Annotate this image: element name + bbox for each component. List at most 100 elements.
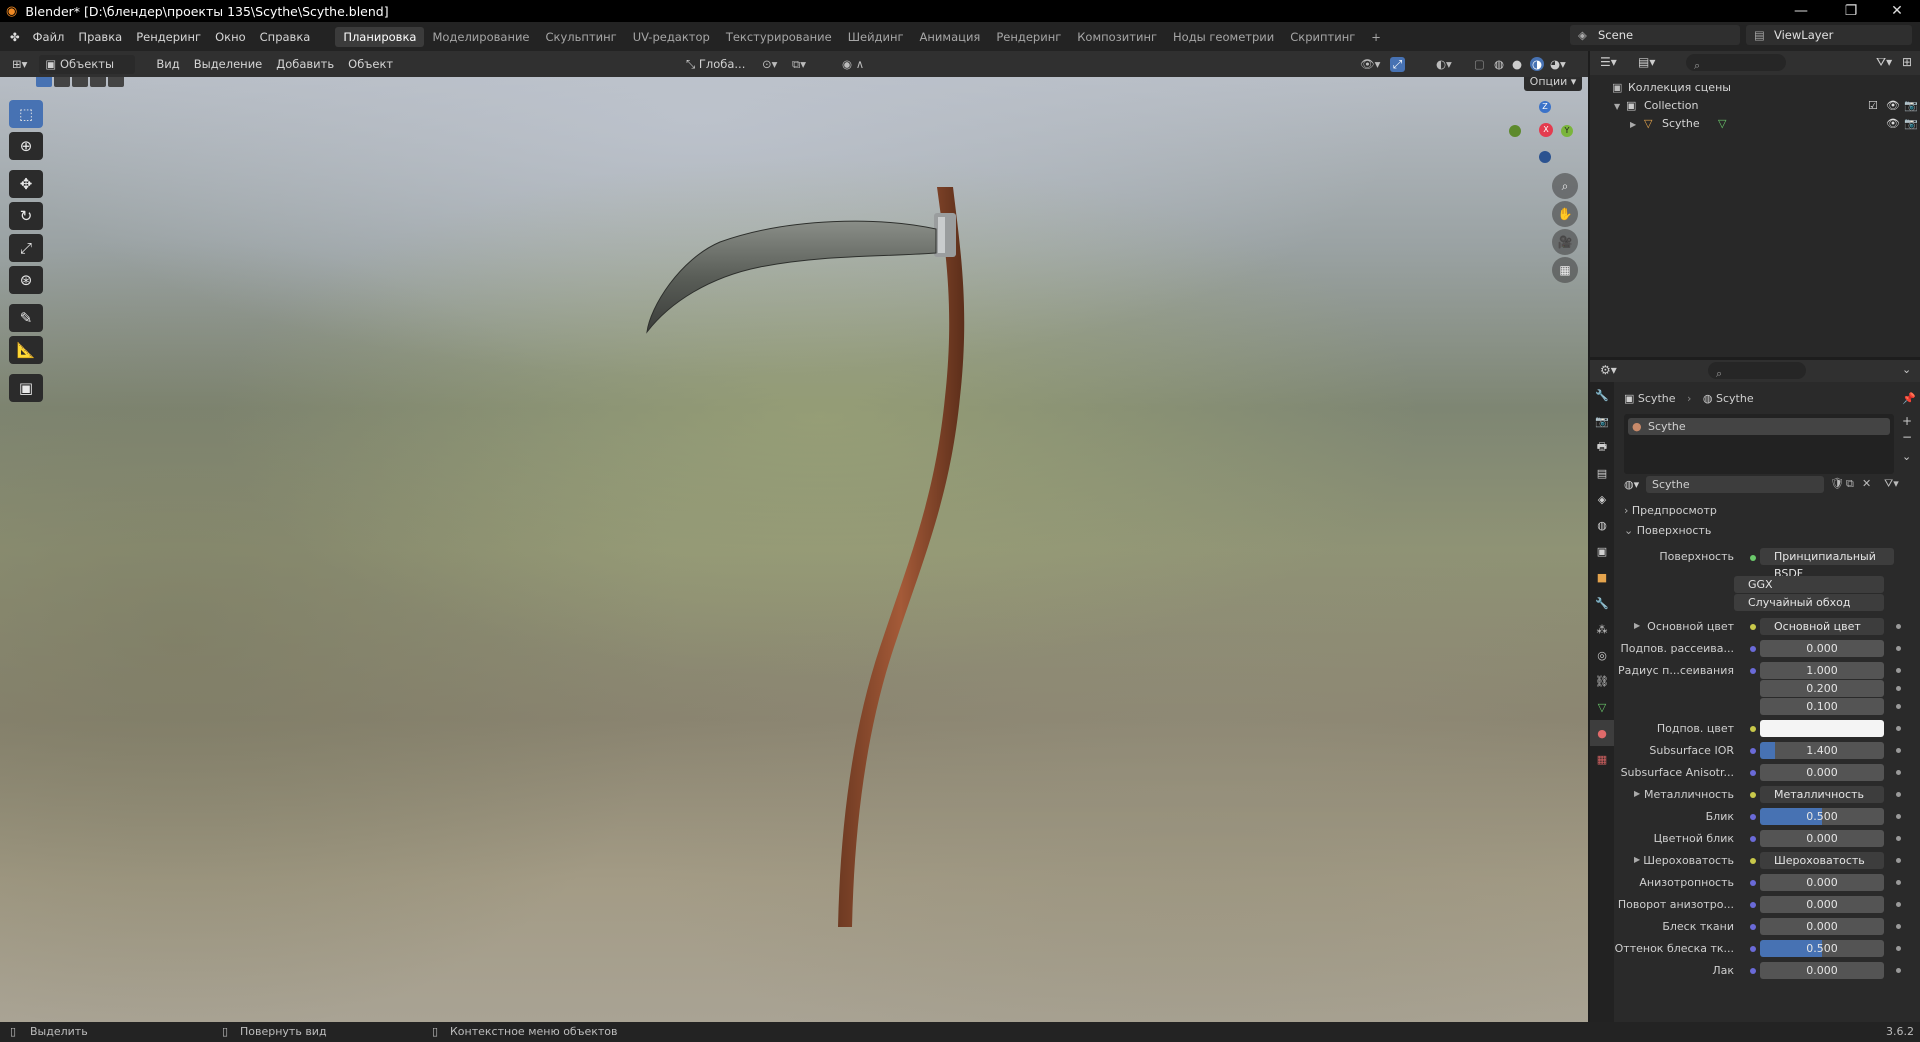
keyframe-dot-icon[interactable] <box>1896 726 1901 731</box>
outliner-row-scene-collection[interactable]: ▣ Коллекция сцены <box>1590 81 1920 99</box>
input-socket-icon[interactable] <box>1750 858 1756 864</box>
input-value-field[interactable]: 0.000 <box>1760 640 1884 657</box>
scale-tool-icon[interactable]: ⤢ <box>9 234 43 262</box>
gizmo-z-axis[interactable]: Z <box>1539 101 1551 113</box>
menu-file[interactable]: Файл <box>26 30 72 44</box>
new-collection-icon[interactable]: ⊞ <box>1902 55 1912 69</box>
distribution-dropdown[interactable]: GGX <box>1734 576 1884 593</box>
pan-hand-icon[interactable]: ✋ <box>1552 201 1578 227</box>
gizmo-neg-z-axis[interactable] <box>1539 151 1551 163</box>
subsurface-method-dropdown[interactable]: Случайный обход <box>1734 594 1884 611</box>
keyframe-dot-icon[interactable] <box>1896 968 1901 973</box>
gizmo-x-axis[interactable]: X <box>1539 123 1553 137</box>
outliner-row-scythe[interactable]: ▶ ▽ Scythe ▽ 👁 📷 <box>1590 117 1920 135</box>
blender-menu-icon[interactable]: ✤ <box>10 30 20 44</box>
move-tool-icon[interactable]: ✥ <box>9 170 43 198</box>
input-value-field[interactable]: 0.100 <box>1760 698 1884 715</box>
output-tab-icon[interactable]: 🖶 <box>1590 434 1614 460</box>
slot-specials-icon[interactable]: ⌄ <box>1902 450 1911 463</box>
menu-object[interactable]: Объект <box>341 57 400 71</box>
scythe-model[interactable] <box>0 77 1588 1022</box>
tab-compositing[interactable]: Композитинг <box>1069 27 1165 47</box>
input-value-field[interactable]: Основной цвет <box>1760 618 1884 635</box>
remove-slot-button[interactable]: − <box>1902 430 1912 444</box>
view-layer-selector[interactable]: ▤ ViewLayer <box>1746 25 1912 45</box>
expand-arrow-icon[interactable]: ▶ <box>1634 621 1640 630</box>
cursor-tool-icon[interactable]: ⊕ <box>9 132 43 160</box>
input-socket-icon[interactable] <box>1750 836 1756 842</box>
input-socket-icon[interactable] <box>1750 726 1756 732</box>
input-socket-icon[interactable] <box>1750 668 1756 674</box>
fake-user-icon[interactable]: 🛡 <box>1830 477 1844 490</box>
input-value-field[interactable]: 1.000 <box>1760 662 1884 679</box>
transform-orientation-dropdown[interactable]: ⤡ Глоба... <box>686 57 745 72</box>
duplicate-icon[interactable]: ⧉ <box>1846 477 1854 491</box>
add-cube-tool-icon[interactable]: ▣ <box>9 374 43 402</box>
browse-material-icon[interactable]: ◍▾ <box>1624 478 1639 491</box>
keyframe-dot-icon[interactable] <box>1896 946 1901 951</box>
tab-shading[interactable]: Шейдинг <box>840 27 912 47</box>
keyframe-dot-icon[interactable] <box>1896 668 1901 673</box>
keyframe-dot-icon[interactable] <box>1896 814 1901 819</box>
proportional-edit-icon[interactable]: ◉ ∧ <box>842 57 864 71</box>
menu-edit[interactable]: Правка <box>71 30 129 44</box>
gizmo-y-axis[interactable]: Y <box>1561 125 1573 137</box>
menu-help[interactable]: Справка <box>253 30 318 44</box>
menu-add[interactable]: Добавить <box>269 57 341 71</box>
surface-shader-field[interactable]: Принципиальный BSDF <box>1760 548 1894 580</box>
material-selector[interactable]: ◍▾ Scythe 🛡 ⧉ ✕ ⛛▾ <box>1624 476 1904 494</box>
add-workspace-button[interactable]: + <box>1363 27 1389 47</box>
input-value-field[interactable]: 0.000 <box>1760 874 1884 891</box>
rendered-shading-icon[interactable]: ◕▾ <box>1550 57 1566 71</box>
input-socket-icon[interactable] <box>1750 646 1756 652</box>
render-tab-icon[interactable]: 📷 <box>1590 408 1614 434</box>
view-layer-tab-icon[interactable]: ▤ <box>1590 460 1614 486</box>
outliner-editor-icon[interactable]: ☰▾ <box>1600 55 1617 69</box>
tab-texture-paint[interactable]: Текстурирование <box>718 27 840 47</box>
unlink-icon[interactable]: ✕ <box>1862 477 1871 490</box>
input-value-field[interactable] <box>1760 720 1884 737</box>
keyframe-dot-icon[interactable] <box>1896 748 1901 753</box>
outliner-search-input[interactable]: ⌕ <box>1686 54 1786 72</box>
gizmo-toggle-icon[interactable]: ⤢ <box>1390 56 1406 72</box>
world-tab-icon[interactable]: ◍ <box>1590 512 1614 538</box>
editor-type-icon[interactable]: ⊞▾ <box>12 57 27 71</box>
menu-view[interactable]: Вид <box>149 57 186 71</box>
snap-icon[interactable]: ⧉▾ <box>792 57 806 72</box>
keyframe-dot-icon[interactable] <box>1896 902 1901 907</box>
measure-tool-icon[interactable]: 📐 <box>9 336 43 364</box>
properties-search-input[interactable]: ⌕ <box>1708 362 1806 380</box>
keyframe-dot-icon[interactable] <box>1896 858 1901 863</box>
pin-icon[interactable]: 📌 <box>1902 392 1916 405</box>
input-value-field[interactable]: 0.000 <box>1760 764 1884 781</box>
solid-shading-icon[interactable]: ● <box>1512 57 1522 71</box>
3d-viewport[interactable]: Опции ▾ ⬚ ⊕ ✥ ↻ ⤢ ⊛ ✎ 📐 ▣ Z X Y ⌕ ✋ 🎥 ▦ <box>0 77 1588 1022</box>
input-socket-icon[interactable] <box>1750 770 1756 776</box>
input-value-field[interactable]: 0.500 <box>1760 808 1884 825</box>
mesh-data-icon[interactable]: ▽ <box>1718 117 1726 130</box>
tool-tab-icon[interactable]: 🔧 <box>1590 382 1614 408</box>
overlay-icon[interactable]: ◐▾ <box>1436 57 1452 71</box>
keyframe-dot-icon[interactable] <box>1896 880 1901 885</box>
input-value-field[interactable]: 0.500 <box>1760 940 1884 957</box>
menu-select[interactable]: Выделение <box>187 57 270 71</box>
eye-icon[interactable]: 👁 <box>1886 99 1900 112</box>
input-value-field[interactable]: 0.000 <box>1760 896 1884 913</box>
input-value-field[interactable]: Металличность <box>1760 786 1884 803</box>
perspective-grid-icon[interactable]: ▦ <box>1552 257 1578 283</box>
input-socket-icon[interactable] <box>1750 880 1756 886</box>
tab-animation[interactable]: Анимация <box>912 27 989 47</box>
keyframe-dot-icon[interactable] <box>1896 624 1901 629</box>
input-socket-icon[interactable] <box>1750 748 1756 754</box>
camera-view-icon[interactable]: 🎥 <box>1552 229 1578 255</box>
input-socket-icon[interactable] <box>1750 924 1756 930</box>
keyframe-dot-icon[interactable] <box>1896 686 1901 691</box>
keyframe-dot-icon[interactable] <box>1896 836 1901 841</box>
exclude-checkbox[interactable]: ☑ <box>1868 99 1878 112</box>
tab-modeling[interactable]: Моделирование <box>424 27 537 47</box>
tab-layout[interactable]: Планировка <box>335 26 425 47</box>
input-socket-icon[interactable] <box>1750 792 1756 798</box>
pivot-icon[interactable]: ⊙▾ <box>762 57 777 71</box>
render-camera-icon[interactable]: 📷 <box>1904 117 1918 130</box>
chevron-down-icon[interactable]: ⌄ <box>1902 363 1911 376</box>
